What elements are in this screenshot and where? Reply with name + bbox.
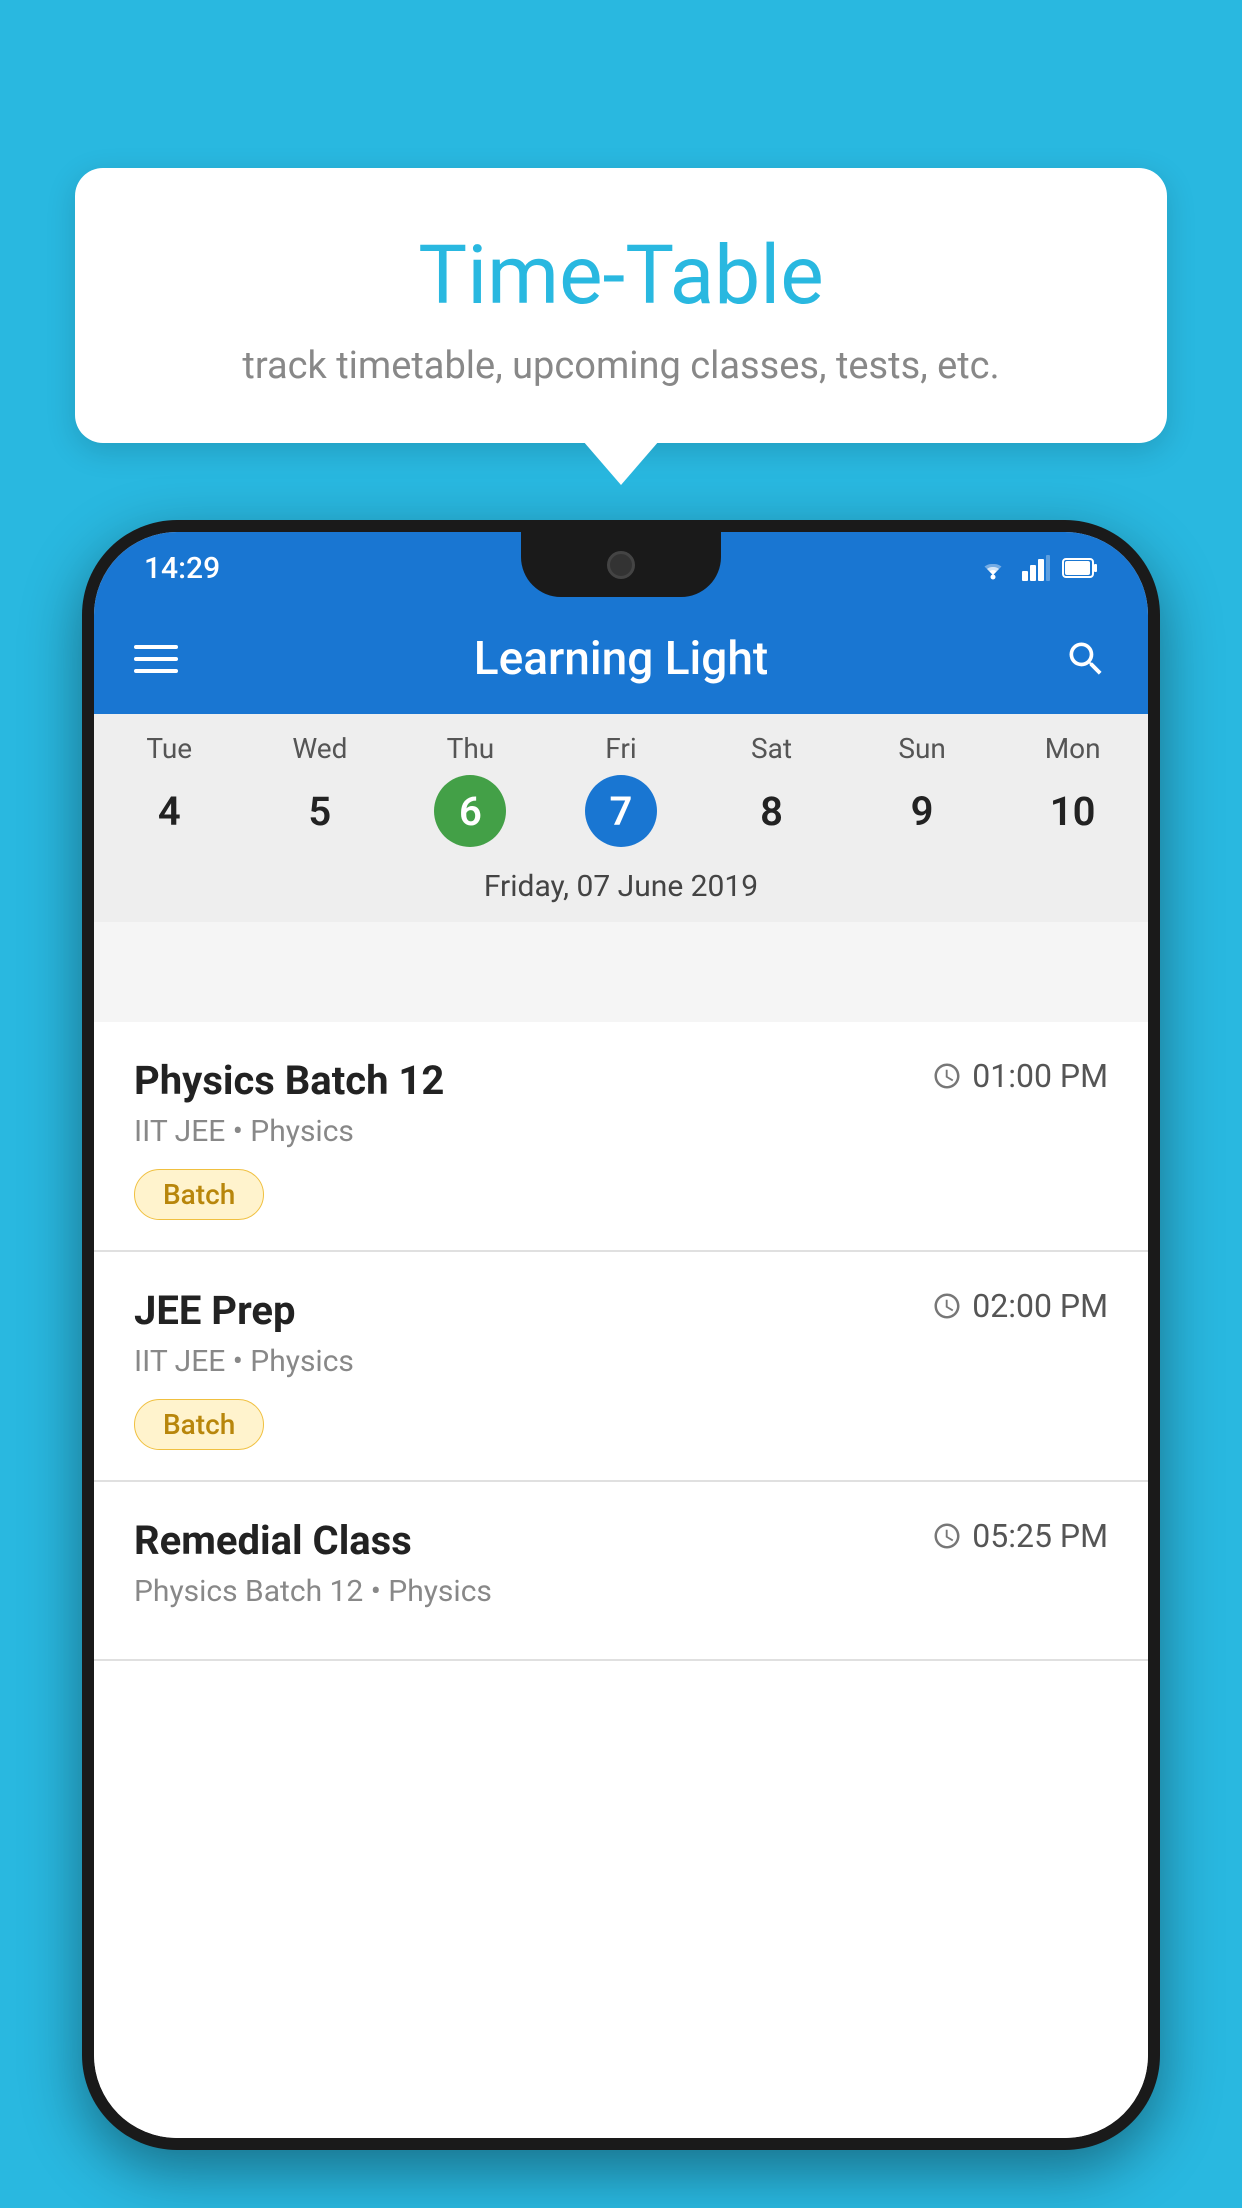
day-column[interactable]: Sun 9	[857, 732, 987, 847]
battery-icon	[1062, 557, 1098, 579]
day-number: 10	[1037, 775, 1109, 847]
app-title: Learning Light	[178, 632, 1064, 686]
schedule-item-time: 05:25 PM	[932, 1517, 1108, 1555]
schedule-item-title: JEE Prep	[134, 1287, 295, 1334]
batch-badge: Batch	[134, 1399, 264, 1450]
day-number: 6	[434, 775, 506, 847]
schedule-item-time: 02:00 PM	[932, 1287, 1108, 1325]
phone-inner: 14:29	[94, 532, 1148, 2138]
selected-date-label: Friday, 07 June 2019	[94, 855, 1148, 922]
schedule-item-header: Remedial Class 05:25 PM	[134, 1517, 1108, 1564]
day-number: 8	[736, 775, 808, 847]
time-text: 05:25 PM	[972, 1517, 1108, 1555]
day-column[interactable]: Sat 8	[707, 732, 837, 847]
day-number: 7	[585, 775, 657, 847]
hamburger-menu-icon[interactable]	[134, 645, 178, 673]
app-header: Learning Light	[94, 604, 1148, 714]
schedule-item-time: 01:00 PM	[932, 1057, 1108, 1095]
day-column[interactable]: Tue 4	[104, 732, 234, 847]
schedule-item-header: JEE Prep 02:00 PM	[134, 1287, 1108, 1334]
batch-badge: Batch	[134, 1169, 264, 1220]
day-column[interactable]: Wed 5	[255, 732, 385, 847]
week-days-row: Tue 4 Wed 5 Thu 6 Fri 7 Sat 8 Sun 9 Mon 10	[94, 714, 1148, 855]
day-number: 9	[886, 775, 958, 847]
clock-icon	[932, 1291, 962, 1321]
camera-dot	[607, 551, 635, 579]
status-time: 14:29	[144, 551, 220, 586]
schedule-item-title: Remedial Class	[134, 1517, 412, 1564]
day-label: Mon	[1045, 732, 1101, 765]
schedule-item-meta: IIT JEE • Physics	[134, 1114, 1108, 1149]
tooltip-subtitle: track timetable, upcoming classes, tests…	[125, 344, 1117, 388]
day-column[interactable]: Fri 7	[556, 732, 686, 847]
day-column[interactable]: Thu 6	[405, 732, 535, 847]
day-label: Tue	[146, 732, 192, 765]
signal-icon	[1022, 555, 1050, 581]
day-label: Thu	[447, 732, 495, 765]
schedule-item[interactable]: Physics Batch 12 01:00 PM IIT JEE • Physic…	[94, 1022, 1148, 1252]
day-label: Sun	[898, 732, 946, 765]
time-text: 01:00 PM	[972, 1057, 1108, 1095]
tooltip-card: Time-Table track timetable, upcoming cla…	[75, 168, 1167, 443]
schedule-item[interactable]: JEE Prep 02:00 PM IIT JEE • Physics Batch	[94, 1252, 1148, 1482]
schedule-item-meta: Physics Batch 12 • Physics	[134, 1574, 1108, 1609]
time-text: 02:00 PM	[972, 1287, 1108, 1325]
schedule-item-meta: IIT JEE • Physics	[134, 1344, 1108, 1379]
schedule-item-title: Physics Batch 12	[134, 1057, 444, 1104]
day-number: 5	[284, 775, 356, 847]
day-label: Sat	[751, 732, 792, 765]
clock-icon	[932, 1521, 962, 1551]
day-number: 4	[133, 775, 205, 847]
phone-notch	[521, 532, 721, 597]
tooltip-title: Time-Table	[125, 228, 1117, 324]
day-label: Fri	[605, 732, 636, 765]
status-icons	[976, 555, 1098, 581]
phone-mockup: 14:29	[82, 520, 1160, 2150]
schedule-list: Physics Batch 12 01:00 PM IIT JEE • Physic…	[94, 1022, 1148, 2138]
day-column[interactable]: Mon 10	[1008, 732, 1138, 847]
schedule-item-header: Physics Batch 12 01:00 PM	[134, 1057, 1108, 1104]
calendar-section: Tue 4 Wed 5 Thu 6 Fri 7 Sat 8 Sun 9 Mon 10 Friday, 07…	[94, 714, 1148, 922]
schedule-item[interactable]: Remedial Class 05:25 PM Physics Batch 12 •…	[94, 1482, 1148, 1661]
wifi-icon	[976, 555, 1010, 581]
clock-icon	[932, 1061, 962, 1091]
search-icon[interactable]	[1064, 637, 1108, 681]
day-label: Wed	[292, 732, 347, 765]
